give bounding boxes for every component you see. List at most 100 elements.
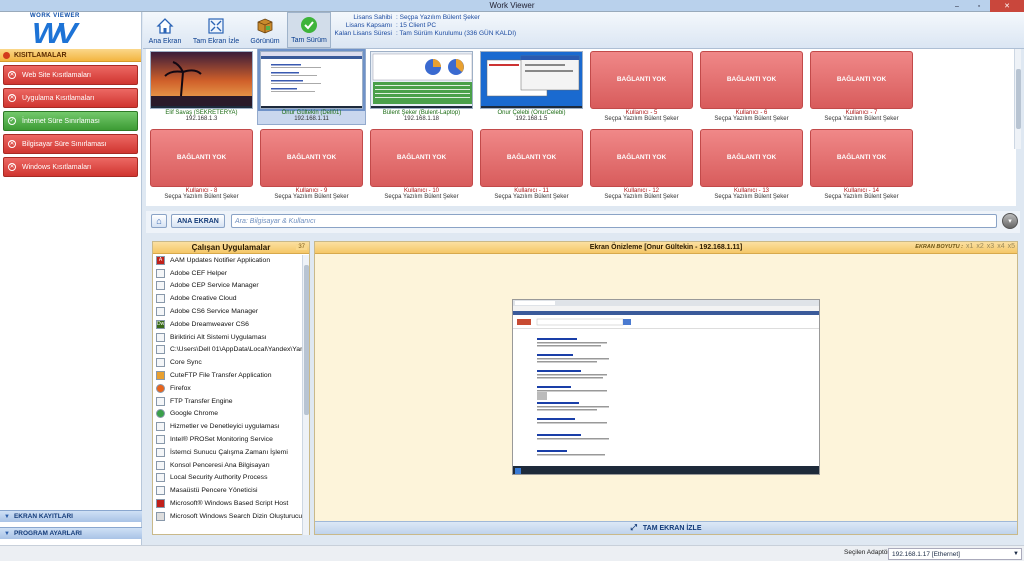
computer-tile[interactable]: BAĞLANTI YOK Kullanıcı - 6 Seçpa Yazılım B… [700, 51, 803, 122]
computer-tile[interactable]: BAĞLANTI YOK Kullanıcı - 9 Seçpa Yazılım B… [260, 129, 363, 200]
app-icon [156, 499, 165, 509]
license-info: Lisans Sahibi: Seçpa Yazılım Bülent Şeke… [334, 14, 517, 38]
scrollbar-thumb[interactable] [304, 265, 309, 415]
app-icon [156, 345, 165, 355]
computer-tile[interactable]: BAĞLANTI YOK Kullanıcı - 13 Seçpa Yazılım … [700, 129, 803, 200]
apps-scrollbar[interactable] [302, 255, 309, 535]
search-bar: ⌂ ANA EKRAN Ara: Bilgisayar & Kullanıcı … [146, 211, 1020, 233]
restriction-item[interactable]: ✓ İnternet Süre Sınırlaması [3, 111, 138, 131]
status-bar: Seçilen Adaptör: 192.168.1.17 [Ethernet]… [0, 545, 1024, 561]
restriction-item[interactable]: ✕ Windows Kısıtlamaları [3, 157, 138, 177]
running-app-item[interactable]: İstemci Sunucu Çalışma Zamanı İşlemi [153, 446, 303, 459]
no-connection-thumbnail: BAĞLANTI YOK [700, 51, 803, 109]
running-app-item[interactable]: CuteFTP File Transfer Application [153, 369, 303, 382]
computer-tile[interactable]: BAĞLANTI YOK Kullanıcı - 8 Seçpa Yazılım B… [150, 129, 253, 200]
no-connection-thumbnail: BAĞLANTI YOK [260, 129, 363, 187]
computer-tile[interactable]: BAĞLANTI YOK Kullanıcı - 5 Seçpa Yazılım B… [590, 51, 693, 122]
running-app-item[interactable]: Intel® PROSet Monitoring Service [153, 433, 303, 446]
restriction-item-label: İnternet Süre Sınırlaması [22, 117, 100, 125]
computer-tile[interactable]: BAĞLANTI YOK Kullanıcı - 14 Seçpa Yazılım … [810, 129, 913, 200]
close-icon: ✕ [8, 140, 16, 148]
running-app-item[interactable]: Masaüstü Pencere Yöneticisi [153, 484, 303, 497]
toolbar-view-button[interactable]: Görünüm [247, 12, 283, 48]
computer-tile[interactable]: BAĞLANTI YOK Kullanıcı - 10 Seçpa Yazılım … [370, 129, 473, 200]
maximize-button[interactable]: ▫ [968, 0, 990, 12]
computer-tile[interactable]: Onur Çelebi (OnurCelebi) 192.168.1.5 [480, 51, 583, 122]
computer-tile[interactable]: BAĞLANTI YOK Kullanıcı - 12 Seçpa Yazılım … [590, 129, 693, 200]
running-app-label: Konsol Penceresi Ana Bilgisayarı [170, 461, 270, 469]
title-bar: Work Viewer – ▫ ✕ [0, 0, 1024, 12]
license-scope-value: : 15 Client PC [396, 22, 437, 29]
computer-tile[interactable]: Elif Savaş (SEKRETERYA) 192.168.1.3 [150, 51, 253, 122]
running-app-item[interactable]: Firefox [153, 382, 303, 395]
program-settings-button[interactable]: ▼ PROGRAM AYARLARI [0, 527, 142, 539]
computer-tile[interactable]: Onur Gültekin (Dell01) 192.168.1.11 [257, 49, 366, 125]
check-circle-icon [300, 16, 318, 34]
computer-grid: Elif Savaş (SEKRETERYA) 192.168.1.3 Onur G… [146, 49, 1021, 206]
running-app-item[interactable]: C:\Users\Dell 01\AppData\Local\Yandex\Ya… [153, 344, 303, 357]
computer-tile[interactable]: BAĞLANTI YOK Kullanıcı - 7 Seçpa Yazılım B… [810, 51, 913, 122]
app-icon: A [156, 255, 165, 265]
minimize-button[interactable]: – [946, 0, 968, 12]
close-button[interactable]: ✕ [990, 0, 1024, 12]
close-icon: ✕ [8, 71, 16, 79]
running-app-item[interactable]: Biriktirici Alt Sistemi Uygulaması [153, 331, 303, 344]
computer-tile[interactable]: BAĞLANTI YOK Kullanıcı - 11 Seçpa Yazılım … [480, 129, 583, 200]
running-app-label: Local Security Authority Process [170, 474, 268, 482]
running-app-item[interactable]: Microsoft® Windows Based Script Host [153, 497, 303, 510]
preview-fullscreen-button[interactable]: ⤢ TAM EKRAN İZLE [315, 521, 1017, 534]
zoom-x1-button[interactable]: x1 [966, 243, 973, 250]
screen-records-button[interactable]: ▼ EKRAN KAYITLARI [0, 510, 142, 522]
running-app-item[interactable]: Core Sync [153, 356, 303, 369]
toolbar-fullscreen-button[interactable]: Tam Ekran İzle [189, 12, 243, 48]
restrictions-header[interactable]: KISITLAMALAR [0, 49, 141, 62]
zoom-x3-button[interactable]: x3 [987, 243, 994, 250]
chevron-down-icon: ▼ [1013, 551, 1019, 557]
license-remaining-value: : Tam Sürüm Kurulumu (336 GÜN KALDI) [396, 30, 517, 37]
running-app-item[interactable]: FTP Transfer Engine [153, 395, 303, 408]
search-input[interactable]: Ara: Bilgisayar & Kullanıcı [231, 214, 997, 228]
license-owner-label: Lisans Sahibi [353, 14, 392, 21]
running-app-item[interactable]: Adobe CEP Service Manager [153, 280, 303, 293]
running-app-item[interactable]: Adobe CS6 Service Manager [153, 305, 303, 318]
scrollbar-thumb[interactable] [1016, 69, 1021, 129]
app-icon [156, 511, 165, 521]
running-app-item[interactable]: Konsol Penceresi Ana Bilgisayarı [153, 459, 303, 472]
toolbar-full-version-button[interactable]: Tam Sürüm [287, 12, 331, 48]
running-app-item[interactable]: Adobe CEF Helper [153, 267, 303, 280]
grid-scrollbar[interactable] [1014, 49, 1021, 149]
restriction-item[interactable]: ✕ Web Site Kısıtlamaları [3, 65, 138, 85]
fullscreen-icon [207, 17, 225, 35]
running-app-label: Firefox [170, 384, 191, 392]
running-app-label: Adobe CEF Helper [170, 269, 228, 277]
running-app-item[interactable]: Adobe Creative Cloud [153, 292, 303, 305]
zoom-x5-button[interactable]: x5 [1008, 243, 1015, 250]
running-app-item[interactable]: Hizmetler ve Denetleyici uygulaması [153, 420, 303, 433]
restriction-item[interactable]: ✕ Bilgisayar Süre Sınırlaması [3, 134, 138, 154]
adapter-select[interactable]: 192.168.1.17 [Ethernet] ▼ [888, 548, 1022, 560]
running-app-item[interactable]: Dw Adobe Dreamweaver CS6 [153, 318, 303, 331]
home-icon: ⌂ [156, 216, 162, 226]
zoom-x4-button[interactable]: x4 [997, 243, 1004, 250]
running-app-label: Adobe Creative Cloud [170, 295, 237, 303]
running-app-item[interactable]: Google Chrome [153, 408, 303, 421]
running-app-item[interactable]: A AAM Updates Notifier Application [153, 254, 303, 267]
toolbar-home-button[interactable]: Ana Ekran [145, 12, 185, 48]
running-app-item[interactable]: Local Security Authority Process [153, 472, 303, 485]
logo-mark: WV [32, 16, 77, 50]
running-app-label: Hizmetler ve Denetleyici uygulaması [170, 423, 280, 431]
chevron-down-icon: ▾ [1008, 218, 1012, 225]
running-app-item[interactable]: Microsoft Windows Search Dizin Oluşturuc… [153, 510, 303, 523]
fullscreen-icon: ⤢ [630, 523, 637, 532]
main-screen-button[interactable]: ANA EKRAN [171, 214, 225, 228]
app-icon [156, 422, 165, 432]
restrictions-dot-icon [3, 51, 10, 59]
app-icon [156, 383, 165, 393]
running-app-label: AAM Updates Notifier Application [170, 256, 271, 264]
restriction-item[interactable]: ✕ Uygulama Kısıtlamaları [3, 88, 138, 108]
preview-screenshot [512, 299, 820, 475]
computer-tile[interactable]: Bülent Şeker (Bulent-Laptop) 192.168.1.18 [370, 51, 473, 122]
zoom-x2-button[interactable]: x2 [976, 243, 983, 250]
search-dropdown-button[interactable]: ▾ [1002, 213, 1018, 229]
search-home-button[interactable]: ⌂ [151, 214, 167, 228]
